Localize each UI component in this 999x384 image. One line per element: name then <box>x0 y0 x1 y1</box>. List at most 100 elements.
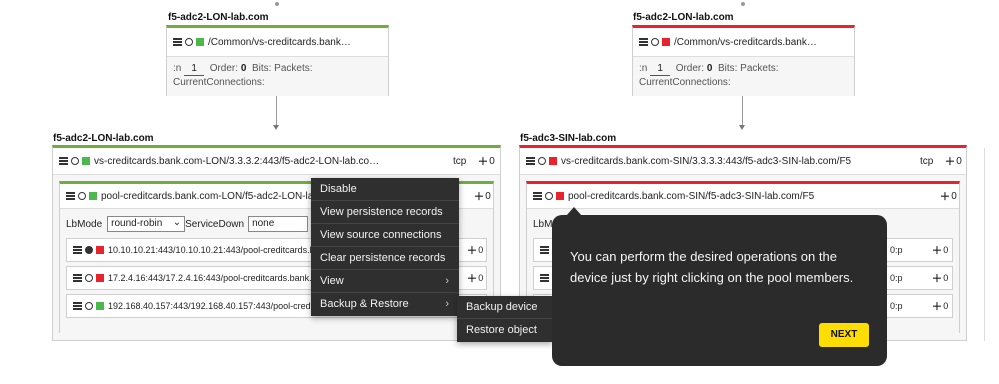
packets-label: Packets: <box>740 63 779 74</box>
order-label: Order: <box>209 63 239 74</box>
connections-count: ✕0 <box>936 188 957 204</box>
pool-name: pool-creditcards.bank.com-LON/f5-adc2-LO… <box>101 190 319 202</box>
status-green-icon <box>96 302 104 310</box>
status-circle-icon <box>85 302 93 310</box>
status-red-icon <box>556 192 564 200</box>
p-label: 0:p <box>890 301 903 311</box>
status-circle-icon <box>85 274 93 282</box>
list-icon <box>59 157 68 165</box>
connections-count: ✕0 <box>928 242 949 258</box>
menu-item-disable[interactable]: Disable <box>311 178 459 201</box>
connections-label: CurrentConnections: <box>639 77 731 88</box>
list-icon <box>73 274 82 282</box>
connections-count: ✕0 <box>463 270 484 286</box>
packets-label: Packets: <box>274 63 313 74</box>
menu-item-backup-restore[interactable]: Backup & Restore › <box>311 293 459 316</box>
menu-item-backup-device[interactable]: Backup device <box>457 296 553 319</box>
connections-count: ✕0 <box>928 270 949 286</box>
lbmode-label: LbM <box>533 218 553 230</box>
list-icon <box>73 302 82 310</box>
virtual-server-name: /Common/vs-creditcards.bank… <box>208 36 351 48</box>
virtual-server-row[interactable]: vs-creditcards.bank.com-SIN/3.3.3.3:443/… <box>520 148 966 174</box>
partial-panel-edge <box>984 148 985 341</box>
device-host-label: f5-adc2-LON-lab.com <box>633 12 734 23</box>
device-host-label: f5-adc2-LON-lab.com <box>168 12 269 23</box>
chevron-right-icon: › <box>445 275 449 287</box>
connector-line <box>276 96 277 126</box>
list-icon <box>540 246 549 254</box>
plug-icon: ✕ <box>936 188 952 204</box>
list-icon <box>540 274 549 282</box>
status-red-icon <box>96 274 104 282</box>
plug-icon: ✕ <box>463 242 479 258</box>
status-circle-icon <box>71 157 79 165</box>
menu-item-restore-object[interactable]: Restore object <box>457 319 553 342</box>
connector-dot <box>275 2 279 6</box>
plug-icon: ✕ <box>928 242 944 258</box>
status-red-icon <box>96 246 104 254</box>
member-name: 17.2.4.16:443/17.2.4.16:443/pool-creditc… <box>108 273 312 283</box>
virtual-server-name: vs-creditcards.bank.com-SIN/3.3.3.3:443/… <box>561 155 852 167</box>
virtual-server-row[interactable]: vs-creditcards.bank.com-LON/3.3.3.2:443/… <box>53 148 500 174</box>
status-circle-icon <box>651 38 659 46</box>
connector-dot <box>741 2 745 6</box>
connections-count: ✕0 <box>941 153 962 169</box>
list-icon <box>526 157 535 165</box>
connector-line <box>742 96 743 126</box>
protocol-label: tcp <box>453 155 467 167</box>
status-green-icon <box>89 192 97 200</box>
plug-icon: ✕ <box>941 153 957 169</box>
plug-icon: ✕ <box>928 270 944 286</box>
status-circle-icon <box>545 192 553 200</box>
status-red-icon <box>549 157 557 165</box>
connections-label: CurrentConnections: <box>173 77 265 88</box>
chevron-down-icon: ⌄ <box>172 217 182 228</box>
connections-count: ✕0 <box>474 153 495 169</box>
menu-item-clear-persistence-records[interactable]: Clear persistence records <box>311 247 459 270</box>
menu-item-view-source-connections[interactable]: View source connections <box>311 224 459 247</box>
n-input[interactable]: 1 <box>184 62 205 76</box>
status-green-icon <box>82 157 90 165</box>
menu-item-view[interactable]: View › <box>311 270 459 293</box>
status-green-icon <box>196 38 204 46</box>
order-value: 0 <box>706 63 713 74</box>
list-icon <box>533 192 542 200</box>
servicedown-select[interactable]: none <box>248 216 309 232</box>
n-input[interactable]: 1 <box>650 62 671 76</box>
connector-arrow <box>739 125 745 130</box>
lbmode-label: LbMode <box>66 218 103 230</box>
lbmode-select[interactable]: round-robin ⌄ <box>107 216 186 232</box>
member-name: 192.168.40.157:443/192.168.40.157:443/po… <box>108 301 316 311</box>
member-name: 10.10.10.21:443/10.10.10.21:443/pool-cre… <box>108 245 315 255</box>
p-label: 0:p <box>890 273 903 283</box>
bits-label: Bits: <box>251 63 272 74</box>
menu-item-view-persistence-records[interactable]: View persistence records <box>311 201 459 224</box>
pool-row[interactable]: pool-creditcards.bank.com-SIN/f5-adc3-SI… <box>527 184 959 208</box>
virtual-server-card[interactable]: /Common/vs-creditcards.bank… :n 1 Order:… <box>632 25 855 96</box>
connector-arrow <box>273 125 279 130</box>
virtual-server-name: vs-creditcards.bank.com-LON/3.3.3.2:443/… <box>94 155 380 167</box>
plug-icon: ✕ <box>928 298 944 314</box>
connections-count: ✕0 <box>470 188 491 204</box>
status-filled-circle-icon <box>85 246 93 254</box>
bits-label: Bits: <box>717 63 738 74</box>
status-circle-icon <box>78 192 86 200</box>
list-icon <box>73 246 82 254</box>
chevron-right-icon: › <box>445 298 449 310</box>
plug-icon: ✕ <box>463 270 479 286</box>
context-menu: Disable View persistence records View so… <box>311 178 459 316</box>
connections-count: ✕0 <box>928 298 949 314</box>
virtual-server-card[interactable]: /Common/vs-creditcards.bank… :n 1 Order:… <box>166 25 389 96</box>
list-icon <box>66 192 75 200</box>
device-host-label: f5-adc3-SIN-lab.com <box>520 133 617 144</box>
order-label: Order: <box>675 63 705 74</box>
status-circle-icon <box>185 38 193 46</box>
connections-count: ✕0 <box>463 242 484 258</box>
order-value: 0 <box>240 63 247 74</box>
next-button[interactable]: NEXT <box>819 323 869 347</box>
device-host-label: f5-adc2-LON-lab.com <box>53 133 154 144</box>
protocol-label: tcp <box>920 155 934 167</box>
pool-name: pool-creditcards.bank.com-SIN/f5-adc3-SI… <box>568 190 815 202</box>
p-label: 0:p <box>890 245 903 255</box>
tooltip-text: You can perform the desired operations o… <box>570 249 854 285</box>
